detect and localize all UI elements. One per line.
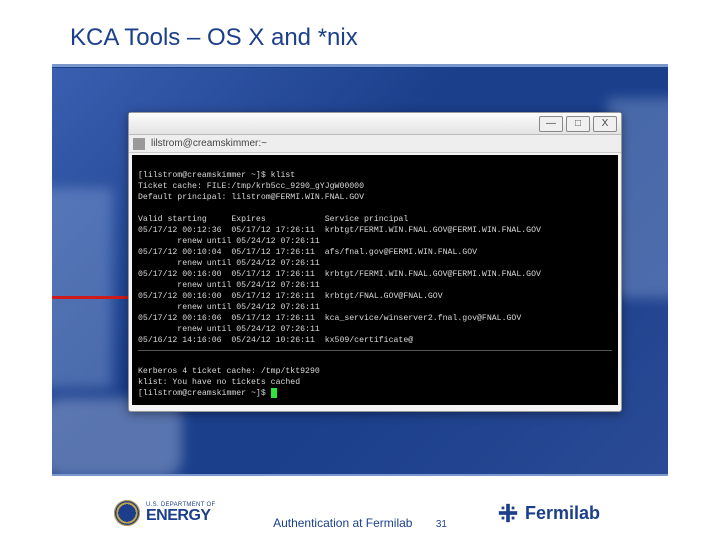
terminal-output: [lilstrom@creamskimmer ~]$ klist Ticket … [132, 155, 618, 405]
terminal-line: renew until 05/24/12 07:26:11 [138, 281, 320, 290]
terminal-line: renew until 05/24/12 07:26:11 [138, 325, 320, 334]
terminal-line: [lilstrom@creamskimmer ~]$ klist [138, 171, 295, 180]
terminal-window: — □ X lilstrom@creamskimmer:~ [lilstrom@… [128, 112, 622, 412]
fermilab-logo-text: Fermilab [525, 503, 600, 524]
footer-caption: Authentication at Fermilab [273, 516, 412, 530]
terminal-line: 05/17/12 00:12:36 05/17/12 17:26:11 krbt… [138, 226, 541, 235]
terminal-line: klist: You have no tickets cached [138, 378, 300, 387]
terminal-line: 05/16/12 14:16:06 05/24/12 10:26:11 kx50… [138, 336, 413, 345]
terminal-line: 05/17/12 00:10:04 05/17/12 17:26:11 afs/… [138, 248, 477, 257]
terminal-line: Default principal: lilstrom@FERMI.WIN.FN… [138, 193, 364, 202]
page-number: 31 [436, 519, 447, 530]
terminal-line: Valid starting Expires Service principal [138, 215, 408, 224]
terminal-line: [lilstrom@creamskimmer ~]$ [138, 389, 271, 398]
minimize-button[interactable]: — [539, 116, 563, 132]
terminal-line: Kerberos 4 ticket cache: /tmp/tkt9290 [138, 367, 320, 376]
terminal-divider [138, 350, 612, 351]
close-button[interactable]: X [593, 116, 617, 132]
callout-line [52, 296, 128, 299]
slide-title: KCA Tools – OS X and *nix [70, 24, 358, 52]
fermilab-logo: Fermilab [497, 502, 600, 524]
fermilab-mark-icon [497, 502, 519, 524]
terminal-tabbar: lilstrom@creamskimmer:~ [129, 135, 621, 153]
window-titlebar: — □ X [129, 113, 621, 135]
slide-footer: U.S. DEPARTMENT OF ENERGY Authentication… [52, 474, 668, 540]
terminal-line: 05/17/12 00:16:00 05/17/12 17:26:11 krbt… [138, 292, 443, 301]
terminal-icon [133, 138, 145, 150]
terminal-tab-label: lilstrom@creamskimmer:~ [151, 138, 267, 149]
terminal-line: Ticket cache: FILE:/tmp/krb5cc_9290_gYJg… [138, 182, 364, 191]
terminal-line: renew until 05/24/12 07:26:11 [138, 303, 320, 312]
maximize-button[interactable]: □ [566, 116, 590, 132]
terminal-cursor [271, 388, 277, 398]
terminal-line: renew until 05/24/12 07:26:11 [138, 237, 320, 246]
terminal-line: 05/17/12 00:16:06 05/17/12 17:26:11 kca_… [138, 314, 521, 323]
terminal-line: 05/17/12 00:16:00 05/17/12 17:26:11 krbt… [138, 270, 541, 279]
terminal-line: renew until 05/24/12 07:26:11 [138, 259, 320, 268]
